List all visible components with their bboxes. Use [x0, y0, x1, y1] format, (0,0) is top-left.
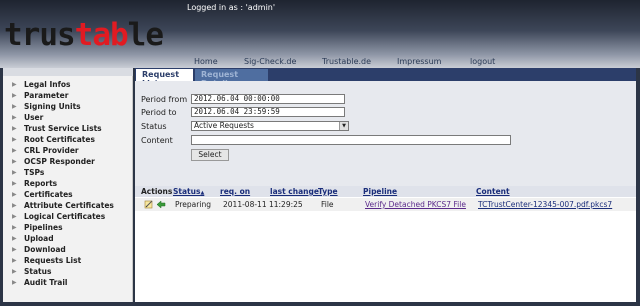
col-pipeline[interactable]: Pipeline	[363, 187, 397, 196]
content-input[interactable]	[191, 135, 511, 145]
sidebar-item-user[interactable]: ▶ User	[3, 113, 133, 124]
col-req-on[interactable]: req. on	[220, 187, 250, 196]
triangle-right-icon: ▶	[12, 92, 17, 99]
sidebar-item-root-certificates[interactable]: ▶ Root Certificates	[3, 135, 133, 146]
triangle-right-icon: ▶	[12, 158, 17, 165]
sidebar-item-parameter[interactable]: ▶ Parameter	[3, 91, 133, 102]
dropdown-arrow-icon[interactable]: ▼	[339, 122, 348, 130]
triangle-right-icon: ▶	[12, 114, 17, 121]
triangle-right-icon: ▶	[12, 224, 17, 231]
period-to-input[interactable]: 2012.06.04 23:59:59	[191, 107, 345, 117]
triangle-right-icon: ▶	[12, 147, 17, 154]
sidebar-top-stripe	[3, 68, 133, 76]
triangle-right-icon: ▶	[12, 180, 17, 187]
period-from-input[interactable]: 2012.06.04 00:00:00	[191, 94, 345, 104]
col-status[interactable]: Status▲	[173, 187, 204, 196]
header: Logged in as : 'admin' trustable Home Si…	[0, 0, 640, 68]
table-header: Actions Status▲ req. on last change Type…	[135, 186, 636, 197]
status-select[interactable]: Active Requests ▼	[191, 121, 349, 131]
nav-home[interactable]: Home	[194, 57, 218, 66]
col-type[interactable]: Type	[318, 187, 338, 196]
triangle-right-icon: ▶	[12, 268, 17, 275]
table-row: Preparing 2011-08-11 11:29:25 File Verif…	[135, 198, 636, 211]
col-content[interactable]: Content	[476, 187, 510, 196]
footer-bar	[0, 302, 640, 306]
triangle-right-icon: ▶	[12, 191, 17, 198]
sidebar-item-reports[interactable]: ▶ Reports	[3, 179, 133, 190]
sort-asc-icon: ▲	[200, 190, 205, 196]
trustable-logo: trustable	[4, 17, 164, 53]
sidebar-item-pipelines[interactable]: ▶ Pipelines	[3, 223, 133, 234]
sidebar-item-certificates[interactable]: ▶ Certificates	[3, 190, 133, 201]
col-actions: Actions	[141, 187, 173, 196]
triangle-right-icon: ▶	[12, 103, 17, 110]
sidebar-item-legal-infos[interactable]: ▶ Legal Infos	[3, 80, 133, 91]
status-label: Status	[141, 122, 167, 131]
period-from-label: Period from	[141, 95, 188, 104]
sidebar: ▶ Legal Infos ▶ Parameter ▶ Signing Units ▶…	[3, 68, 133, 302]
row-content-link[interactable]: TCTrustCenter-12345-007.pdf.pkcs7	[478, 200, 612, 209]
triangle-right-icon: ▶	[12, 235, 17, 242]
nav-trustable[interactable]: Trustable.de	[322, 57, 371, 66]
tabs-bar: Request List Request Details	[135, 68, 636, 88]
row-status: Preparing	[175, 200, 211, 209]
content-label: Content	[141, 136, 173, 145]
select-button[interactable]: Select	[191, 149, 229, 161]
sidebar-item-logical-certificates[interactable]: ▶ Logical Certificates	[3, 212, 133, 223]
sidebar-item-status[interactable]: ▶ Status	[3, 267, 133, 278]
login-status: Logged in as : 'admin'	[187, 3, 276, 12]
col-last-change[interactable]: last change	[270, 187, 319, 196]
triangle-right-icon: ▶	[12, 257, 17, 264]
sidebar-item-trust-service-lists[interactable]: ▶ Trust Service Lists	[3, 124, 133, 135]
results-table: Actions Status▲ req. on last change Type…	[135, 186, 636, 302]
row-pipeline-link[interactable]: Verify Detached PKCS7 File	[365, 200, 466, 209]
sidebar-item-requests-list[interactable]: ▶ Requests List	[3, 256, 133, 267]
sidebar-item-crl-provider[interactable]: ▶ CRL Provider	[3, 146, 133, 157]
sidebar-item-download[interactable]: ▶ Download	[3, 245, 133, 256]
nav-sig-check[interactable]: Sig-Check.de	[244, 57, 296, 66]
triangle-right-icon: ▶	[12, 125, 17, 132]
sidebar-item-ocsp-responder[interactable]: ▶ OCSP Responder	[3, 157, 133, 168]
top-navigation: Home Sig-Check.de Trustable.de Impressum…	[0, 57, 640, 68]
back-arrow-icon[interactable]	[156, 200, 166, 209]
period-to-label: Period to	[141, 108, 177, 117]
row-date: 2011-08-11 11:29:25	[223, 200, 303, 209]
triangle-right-icon: ▶	[12, 169, 17, 176]
filter-form: Period from 2012.06.04 00:00:00 Period t…	[135, 81, 636, 186]
triangle-right-icon: ▶	[12, 136, 17, 143]
edit-icon[interactable]	[144, 200, 154, 209]
triangle-right-icon: ▶	[12, 246, 17, 253]
nav-logout[interactable]: logout	[470, 57, 495, 66]
tab-request-list[interactable]: Request List	[136, 69, 193, 88]
tab-request-details[interactable]: Request Details	[195, 69, 268, 88]
triangle-right-icon: ▶	[12, 81, 17, 88]
triangle-right-icon: ▶	[12, 213, 17, 220]
sidebar-item-upload[interactable]: ▶ Upload	[3, 234, 133, 245]
sidebar-item-tsps[interactable]: ▶ TSPs	[3, 168, 133, 179]
status-select-value: Active Requests	[194, 121, 254, 130]
row-type: File	[321, 200, 334, 209]
triangle-right-icon: ▶	[12, 279, 17, 286]
sidebar-item-attribute-certificates[interactable]: ▶ Attribute Certificates	[3, 201, 133, 212]
sidebar-item-audit-trail[interactable]: ▶ Audit Trail	[3, 278, 133, 289]
nav-impressum[interactable]: Impressum	[397, 57, 441, 66]
triangle-right-icon: ▶	[12, 202, 17, 209]
main-panel: Request List Request Details Period from…	[135, 68, 636, 302]
sidebar-item-signing-units[interactable]: ▶ Signing Units	[3, 102, 133, 113]
